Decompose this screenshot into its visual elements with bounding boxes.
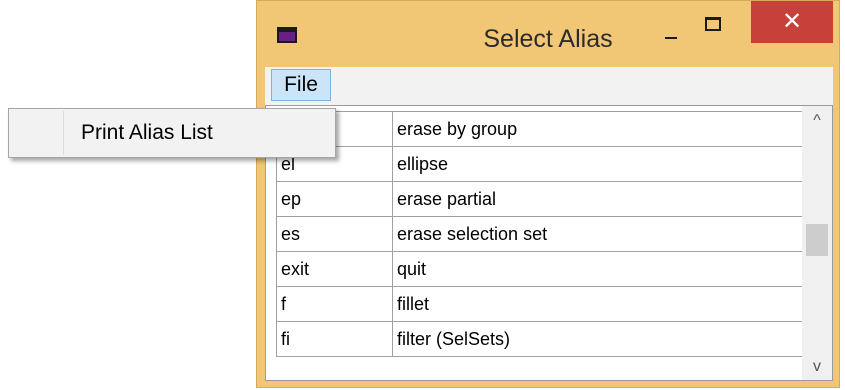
command-cell: erase by group xyxy=(392,111,803,147)
scroll-down-arrow-icon[interactable]: v xyxy=(802,358,832,376)
select-alias-window: Select Alias ✕ File erase by group el el… xyxy=(256,0,840,388)
table-row[interactable]: el ellipse xyxy=(276,146,803,182)
alias-cell: exit xyxy=(276,251,393,287)
table-row[interactable]: ep erase partial xyxy=(276,181,803,217)
table-row[interactable]: exit quit xyxy=(276,251,803,287)
table-row[interactable]: erase by group xyxy=(276,111,803,147)
scrollbar-thumb[interactable] xyxy=(806,224,828,256)
command-cell: filter (SelSets) xyxy=(392,321,803,357)
menu-file[interactable]: File xyxy=(271,69,331,101)
command-cell: quit xyxy=(392,251,803,287)
table-row[interactable]: fi filter (SelSets) xyxy=(276,321,803,357)
title-bar[interactable]: Select Alias ✕ xyxy=(257,1,839,65)
menu-bar: File xyxy=(265,67,833,105)
alias-list[interactable]: erase by group el ellipse ep erase parti… xyxy=(265,105,833,381)
command-cell: ellipse xyxy=(392,146,803,182)
minimize-button[interactable] xyxy=(657,13,687,43)
vertical-scrollbar[interactable]: ^ v xyxy=(802,106,832,380)
alias-table: erase by group el ellipse ep erase parti… xyxy=(276,111,803,357)
alias-cell: f xyxy=(276,286,393,322)
alias-cell: fi xyxy=(276,321,393,357)
menu-icon-gutter xyxy=(63,111,64,155)
scroll-up-arrow-icon[interactable]: ^ xyxy=(802,112,832,130)
close-button[interactable]: ✕ xyxy=(751,1,833,43)
alias-cell: ep xyxy=(276,181,393,217)
table-row[interactable]: f fillet xyxy=(276,286,803,322)
alias-cell: es xyxy=(276,216,393,252)
maximize-button[interactable] xyxy=(697,9,727,39)
file-menu-dropdown: Print Alias List xyxy=(8,108,336,158)
table-row[interactable]: es erase selection set xyxy=(276,216,803,252)
command-cell: fillet xyxy=(392,286,803,322)
menu-item-print-alias-list[interactable]: Print Alias List xyxy=(81,121,213,145)
command-cell: erase selection set xyxy=(392,216,803,252)
command-cell: erase partial xyxy=(392,181,803,217)
